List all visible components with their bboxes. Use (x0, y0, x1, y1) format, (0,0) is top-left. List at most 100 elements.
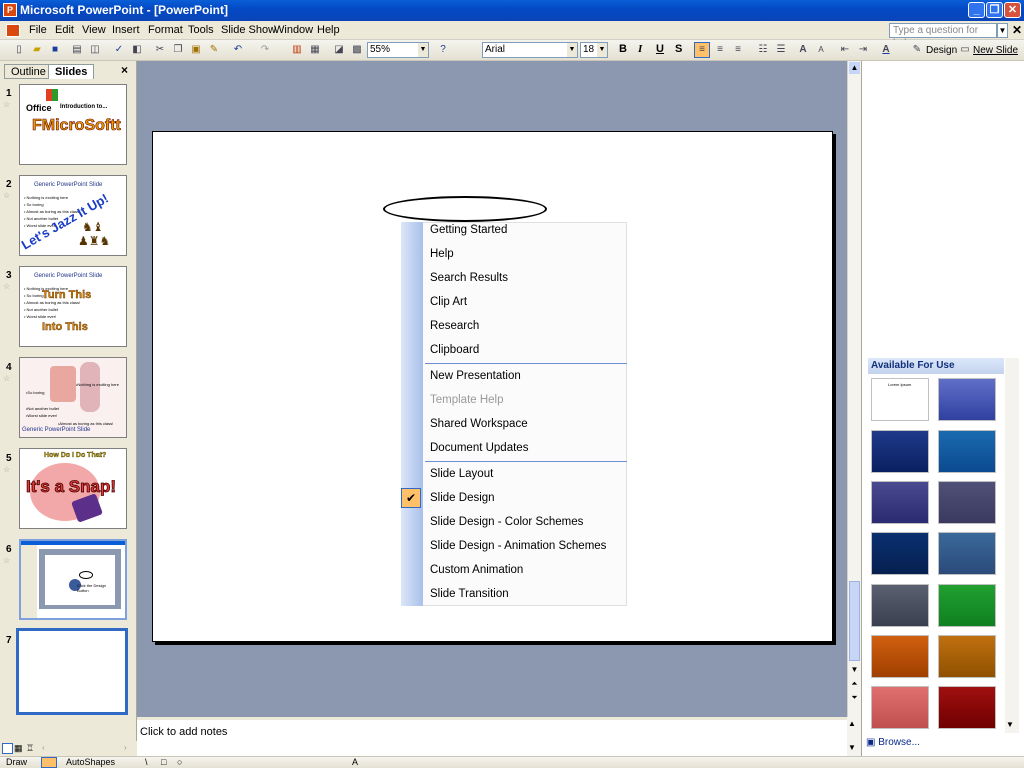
bold-button[interactable]: B (619, 43, 627, 55)
vertical-scrollbar[interactable]: ▲ ▼ ⏶ ⏷ (847, 61, 861, 717)
menu-item-search-results[interactable]: Search Results (430, 272, 508, 284)
slide-thumbnail-4[interactable]: •Nothing is exciting here •So boring •No… (19, 357, 127, 438)
shadow-button[interactable]: S (675, 43, 682, 55)
help-icon[interactable]: ? (436, 43, 450, 57)
menu-item-help[interactable]: Help (430, 248, 454, 260)
oval-shape[interactable] (383, 196, 547, 222)
new-icon[interactable]: ▯ (12, 43, 26, 57)
menu-item-custom-animation[interactable]: Custom Animation (430, 564, 523, 576)
italic-button[interactable]: I (638, 43, 642, 55)
scroll-down-icon[interactable]: ▼ (849, 665, 860, 677)
slide-sorter-view-icon[interactable]: ▦ (14, 743, 23, 754)
design-template[interactable] (871, 430, 929, 473)
print-preview-icon[interactable]: ◫ (88, 43, 102, 57)
document-icon[interactable] (6, 24, 20, 37)
menu-item-slide-layout[interactable]: Slide Layout (430, 468, 493, 480)
numbering-icon[interactable]: ☷ (756, 43, 770, 57)
insert-chart-icon[interactable]: ▥ (290, 43, 304, 57)
menu-item-slide-transition[interactable]: Slide Transition (430, 588, 509, 600)
design-template[interactable] (938, 481, 996, 524)
slide-thumbnail-7[interactable] (16, 628, 128, 715)
menu-window[interactable]: Window (274, 24, 313, 36)
oval-icon[interactable]: ○ (177, 757, 182, 767)
design-template[interactable]: Lorem Ipsum (871, 378, 929, 421)
minimize-button[interactable]: _ (968, 2, 985, 18)
decrease-indent-icon[interactable]: ⇤ (838, 43, 852, 57)
cut-icon[interactable]: ✂ (153, 43, 167, 57)
menu-edit[interactable]: Edit (55, 24, 74, 36)
spelling-icon[interactable]: ✓ (112, 43, 126, 57)
menu-item-getting-started[interactable]: Getting Started (430, 224, 507, 236)
design-template[interactable] (871, 532, 929, 575)
slide-thumbnail-2[interactable]: Generic PowerPoint Slide • Nothing is ex… (19, 175, 127, 256)
zoom-select[interactable]: 55% ▼ (367, 42, 429, 58)
browse-link[interactable]: ▣ Browse... (866, 737, 920, 748)
redo-icon[interactable]: ↷ (258, 43, 272, 57)
draw-menu[interactable]: Draw (6, 757, 27, 767)
task-pane-scrollbar[interactable]: ▼ (1005, 358, 1019, 733)
underline-button[interactable]: U (656, 43, 664, 55)
menu-format[interactable]: Format (148, 24, 183, 36)
scroll-up-icon[interactable]: ▲ (849, 62, 860, 74)
design-template[interactable] (938, 584, 996, 627)
notes-pane[interactable]: Click to add notes (137, 717, 847, 756)
design-template[interactable] (938, 635, 996, 678)
design-template[interactable] (938, 378, 996, 421)
undo-icon[interactable]: ↶ (231, 43, 245, 57)
menu-tools[interactable]: Tools (188, 24, 214, 36)
menu-item-new-presentation[interactable]: New Presentation (430, 370, 521, 382)
menu-slide-show[interactable]: Slide Show (221, 24, 276, 36)
menu-item-clipboard[interactable]: Clipboard (430, 344, 479, 356)
menu-insert[interactable]: Insert (112, 24, 140, 36)
scroll-down-icon[interactable]: ▼ (848, 743, 856, 752)
menu-item-template-help[interactable]: Template Help (430, 394, 504, 406)
menu-file[interactable]: File (29, 24, 47, 36)
menu-item-document-updates[interactable]: Document Updates (430, 442, 528, 454)
tables-borders-icon[interactable]: ◪ (332, 43, 346, 57)
design-template[interactable] (871, 584, 929, 627)
close-window-button[interactable]: ✕ (1004, 2, 1021, 18)
format-painter-icon[interactable]: ✎ (207, 43, 221, 57)
scroll-up-icon[interactable]: ▲ (848, 719, 856, 728)
menu-item-research[interactable]: Research (430, 320, 479, 332)
menu-item-color-schemes[interactable]: Slide Design - Color Schemes (430, 516, 583, 528)
help-search-input[interactable]: Type a question for help (889, 23, 997, 49)
help-dropdown-arrow[interactable]: ▼ (997, 23, 1008, 38)
scroll-left-icon[interactable]: ‹ (42, 743, 45, 752)
design-icon[interactable]: ✎ (910, 43, 924, 57)
menu-item-shared-workspace[interactable]: Shared Workspace (430, 418, 528, 430)
slide-thumbnail-5[interactable]: How Do I Do That? It's a Snap! (19, 448, 127, 529)
close-pane-icon[interactable]: × (121, 63, 128, 77)
open-icon[interactable]: ▰ (30, 43, 44, 57)
line-icon[interactable]: \ (145, 757, 148, 767)
save-icon[interactable]: ■ (48, 43, 62, 57)
select-objects-icon[interactable] (41, 757, 57, 768)
scroll-right-icon[interactable]: › (124, 743, 127, 752)
restore-button[interactable]: ❐ (986, 2, 1003, 18)
decrease-font-icon[interactable]: A (814, 43, 828, 57)
menu-help[interactable]: Help (317, 24, 340, 36)
print-icon[interactable]: ▤ (70, 43, 84, 57)
paste-icon[interactable]: ▣ (189, 43, 203, 57)
normal-view-icon[interactable] (2, 743, 13, 754)
new-slide-icon[interactable]: ▭ (958, 43, 972, 57)
design-template[interactable] (938, 430, 996, 473)
design-template[interactable] (871, 635, 929, 678)
new-slide-button[interactable]: New Slide (973, 45, 1018, 56)
menu-item-clip-art[interactable]: Clip Art (430, 296, 467, 308)
design-button[interactable]: Design (926, 45, 957, 56)
design-template[interactable] (938, 686, 996, 729)
design-template[interactable] (871, 481, 929, 524)
center-icon[interactable]: ≡ (713, 43, 727, 57)
slide-thumbnail-3[interactable]: Generic PowerPoint Slide • Nothing is ex… (19, 266, 127, 347)
document-close-icon[interactable]: ✕ (1012, 23, 1022, 37)
menu-item-animation-schemes[interactable]: Slide Design - Animation Schemes (430, 540, 606, 552)
next-slide-icon[interactable]: ⏷ (849, 693, 860, 705)
slide-thumbnail-1[interactable]: Office Introduction to... FMicroSoftt (19, 84, 127, 165)
powerpoint-app-icon[interactable]: P (3, 3, 17, 17)
copy-icon[interactable]: ❐ (171, 43, 185, 57)
font-color-icon[interactable]: A (879, 43, 893, 57)
menu-view[interactable]: View (82, 24, 106, 36)
show-grid-icon[interactable]: ▩ (350, 43, 364, 57)
rectangle-icon[interactable]: □ (161, 757, 166, 767)
